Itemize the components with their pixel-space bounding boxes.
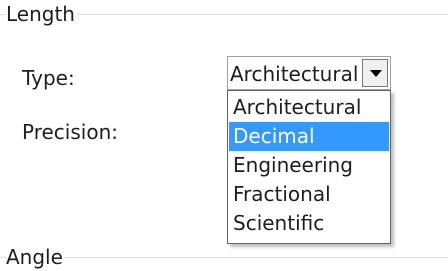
- angle-groupbox: Angle: [0, 244, 448, 271]
- option-architectural[interactable]: Architectural: [229, 93, 389, 122]
- dropdown-arrow-button[interactable]: [362, 59, 388, 87]
- length-section-title: Length: [6, 1, 77, 27]
- type-dropdown-list: Architectural Decimal Engineering Fracti…: [227, 90, 391, 244]
- precision-label: Precision:: [22, 120, 118, 144]
- option-decimal[interactable]: Decimal: [229, 122, 389, 151]
- type-label: Type:: [22, 66, 75, 90]
- option-fractional[interactable]: Fractional: [229, 180, 389, 209]
- option-scientific[interactable]: Scientific: [229, 209, 389, 238]
- angle-section-title: Angle: [6, 244, 65, 270]
- type-dropdown-value: Architectural: [230, 62, 359, 86]
- option-engineering[interactable]: Engineering: [229, 151, 389, 180]
- type-dropdown[interactable]: Architectural: [227, 56, 391, 90]
- chevron-down-icon: [370, 70, 382, 77]
